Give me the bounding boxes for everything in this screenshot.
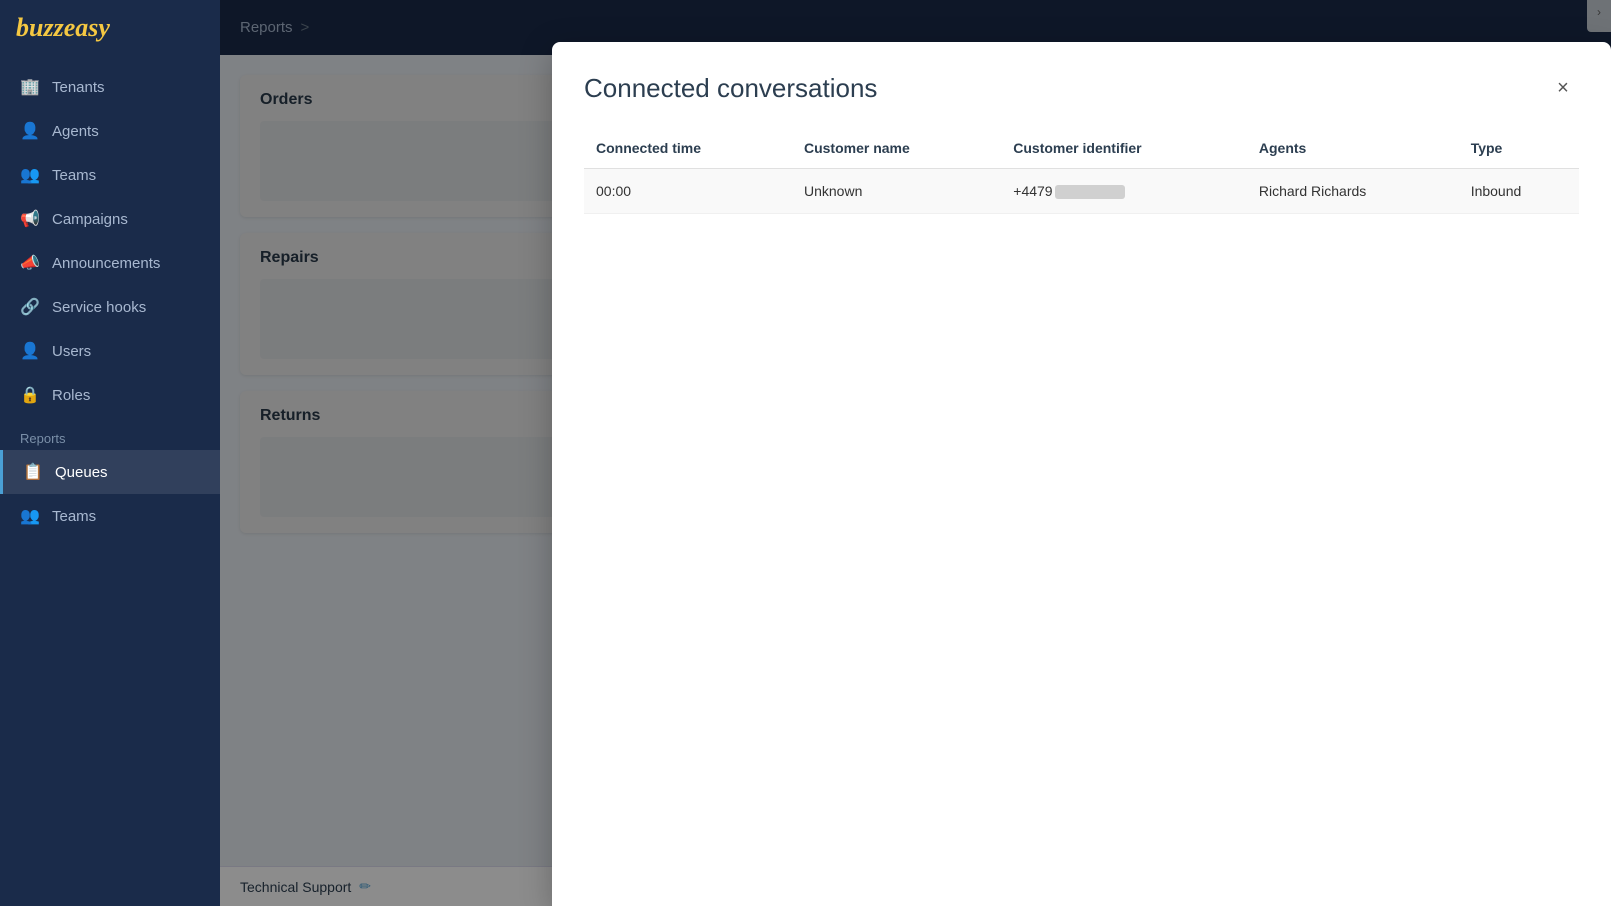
- customer-id-blurred: [1055, 185, 1125, 199]
- sidebar-label-tenants: Tenants: [52, 79, 105, 96]
- sidebar-label-agents: Agents: [52, 123, 99, 140]
- sidebar-item-teams-reports[interactable]: 👥 Teams: [0, 494, 220, 538]
- sidebar-label-queues: Queues: [55, 464, 108, 481]
- modal-title: Connected conversations: [584, 73, 877, 104]
- queues-icon: 📋: [23, 462, 43, 482]
- col-type: Type: [1459, 132, 1579, 169]
- sidebar-label-campaigns: Campaigns: [52, 211, 128, 228]
- sidebar-item-teams[interactable]: 👥 Teams: [0, 153, 220, 197]
- sidebar-item-users[interactable]: 👤 Users: [0, 329, 220, 373]
- sidebar-item-agents[interactable]: 👤 Agents: [0, 109, 220, 153]
- users-icon: 👤: [20, 341, 40, 361]
- col-customer-name: Customer name: [792, 132, 1001, 169]
- modal-close-button[interactable]: ×: [1547, 72, 1579, 104]
- col-connected-time: Connected time: [584, 132, 792, 169]
- cell-connected-time: 00:00: [584, 169, 792, 214]
- announcements-icon: 📣: [20, 253, 40, 273]
- sidebar-label-teams: Teams: [52, 167, 96, 184]
- sidebar-item-service-hooks[interactable]: 🔗 Service hooks: [0, 285, 220, 329]
- sidebar-item-tenants[interactable]: 🏢 Tenants: [0, 65, 220, 109]
- conversations-table: Connected time Customer name Customer id…: [584, 132, 1579, 214]
- connected-conversations-modal: Connected conversations × Connected time…: [552, 42, 1611, 906]
- sidebar-label-service-hooks: Service hooks: [52, 299, 146, 316]
- teams-icon: 👥: [20, 165, 40, 185]
- table-body: 00:00 Unknown +4479 Richard Richards Inb…: [584, 169, 1579, 214]
- campaigns-icon: 📢: [20, 209, 40, 229]
- modal-header: Connected conversations ×: [584, 72, 1579, 104]
- sidebar-label-roles: Roles: [52, 387, 90, 404]
- sidebar-nav: 🏢 Tenants 👤 Agents 👥 Teams 📢 Campaigns 📣…: [0, 55, 220, 906]
- agents-icon: 👤: [20, 121, 40, 141]
- table-header-row: Connected time Customer name Customer id…: [584, 132, 1579, 169]
- main-area: Reports > Orders Repairs Returns › › › T…: [220, 0, 1611, 906]
- cell-customer-name: Unknown: [792, 169, 1001, 214]
- service-hooks-icon: 🔗: [20, 297, 40, 317]
- sidebar-item-roles[interactable]: 🔒 Roles: [0, 373, 220, 417]
- roles-icon: 🔒: [20, 385, 40, 405]
- sidebar-label-users: Users: [52, 343, 91, 360]
- customer-id-prefix: +4479: [1013, 183, 1052, 199]
- table-row: 00:00 Unknown +4479 Richard Richards Inb…: [584, 169, 1579, 214]
- sidebar-item-announcements[interactable]: 📣 Announcements: [0, 241, 220, 285]
- sidebar: buzzeasy 🏢 Tenants 👤 Agents 👥 Teams 📢 Ca…: [0, 0, 220, 906]
- cell-type: Inbound: [1459, 169, 1579, 214]
- cell-customer-identifier: +4479: [1001, 169, 1247, 214]
- reports-section-label: Reports: [0, 417, 220, 450]
- sidebar-label-teams-reports: Teams: [52, 508, 96, 525]
- table-header: Connected time Customer name Customer id…: [584, 132, 1579, 169]
- sidebar-item-campaigns[interactable]: 📢 Campaigns: [0, 197, 220, 241]
- sidebar-label-announcements: Announcements: [52, 255, 160, 272]
- sidebar-item-queues[interactable]: 📋 Queues: [0, 450, 220, 494]
- teams-reports-icon: 👥: [20, 506, 40, 526]
- sidebar-logo: buzzeasy: [0, 0, 220, 55]
- cell-agents: Richard Richards: [1247, 169, 1459, 214]
- col-customer-identifier: Customer identifier: [1001, 132, 1247, 169]
- tenants-icon: 🏢: [20, 77, 40, 97]
- app-logo: buzzeasy: [16, 13, 110, 43]
- col-agents: Agents: [1247, 132, 1459, 169]
